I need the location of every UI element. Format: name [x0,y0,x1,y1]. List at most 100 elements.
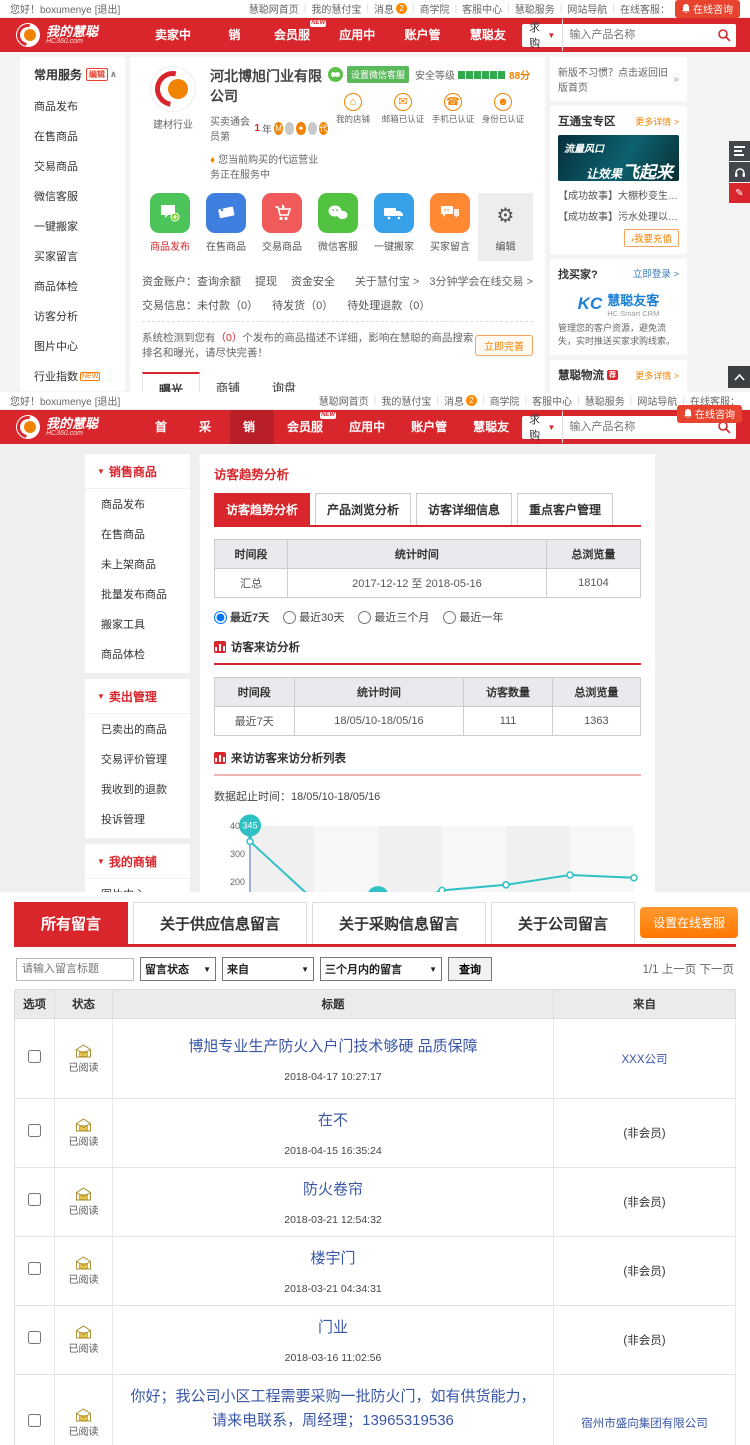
unpaid-link[interactable]: 未付款（0） [197,297,258,313]
group-sale-products[interactable]: ▼销售商品 [85,454,190,489]
item-sold[interactable]: 已卖出的商品 [85,714,190,744]
link-site-nav[interactable]: 网站导航 [555,1,608,16]
row-checkbox[interactable] [28,1262,41,1275]
link-huifubao[interactable]: 我的慧付宝 [369,393,432,408]
next-page-link[interactable]: 下一页 [700,964,735,976]
nav-membership[interactable]: 会员服务NEW [261,18,326,52]
service-move[interactable]: 一键搬家 [366,193,422,261]
recharge-button[interactable]: ›我要充值 [624,229,679,247]
promo-banner[interactable]: 流量风口 让效果飞起来 [558,135,679,181]
setup-online-service-button[interactable]: 设置在线客服 [640,907,738,938]
service-buyer-messages[interactable]: 买家留言 [422,193,478,261]
row-checkbox[interactable] [28,1331,41,1344]
fund-safety-link[interactable]: 资金安全 [291,273,335,289]
link-messages[interactable]: 消息2 [431,393,477,408]
item-batch-publish[interactable]: 批量发布商品 [85,579,190,609]
link-huifubao[interactable]: 我的慧付宝 [299,1,362,16]
message-title-link[interactable]: 门业 [318,1319,348,1336]
identity-verified[interactable]: ☻身份已认证 [478,93,528,125]
link-hc-service[interactable]: 慧聪服务 [572,393,625,408]
tab-visitor-details[interactable]: 访客详细信息 [416,493,512,525]
nav-home[interactable]: 首页 [142,410,186,444]
logout-link[interactable]: [退出] [95,5,121,16]
hc360-logo[interactable]: 我的慧聪HC360.com [16,415,134,439]
sidebar-item-product-check[interactable]: 商品体检 [20,271,125,301]
check-balance-link[interactable]: 查询余额 [197,273,241,289]
status-filter-select[interactable]: 留言状态▼ [140,957,216,981]
sidebar-item-visitor-analysis[interactable]: 访客分析 [20,301,125,331]
message-title-link[interactable]: 你好；我公司小区工程需要采购一批防火门，如有供货能力，请来电联系，周经理；139… [117,1385,549,1433]
message-from[interactable]: 宿州市盛向集团有限公司 [581,1418,708,1430]
link-site-nav[interactable]: 网站导航 [625,393,678,408]
row-checkbox[interactable] [28,1124,41,1137]
about-huifubao-link[interactable]: 关于慧付宝 > [355,273,419,289]
item-publish[interactable]: 商品发布 [85,489,190,519]
message-title-link[interactable]: 楼宇门 [310,1250,355,1267]
nav-hc-crm[interactable]: 慧聪友客 [460,410,522,444]
tab-supply-messages[interactable]: 关于供应信息留言 [133,902,307,944]
tab-shop[interactable]: 商铺 [200,372,256,392]
tab-inquiry[interactable]: 询盘 [256,372,312,392]
sidebar-item-buyer-messages[interactable]: 买家留言 [20,241,125,271]
message-title-link[interactable]: 在不 [318,1112,348,1129]
link-hc-home[interactable]: 慧聪网首页 [249,1,299,16]
item-product-check[interactable]: 商品体检 [85,639,190,669]
nav-purchase[interactable]: 采购 [186,410,230,444]
success-story-2[interactable]: 【成功故事】污水处理以前靠墙,现在靠什么? [558,208,679,223]
learn-trade-link[interactable]: 3分钟学会在线交易 > [429,273,533,289]
more-details-link[interactable]: 更多详情 > [635,115,679,128]
nav-membership[interactable]: 会员服务NEW [274,410,336,444]
nav-account[interactable]: 账户管理 [398,410,460,444]
group-my-shop[interactable]: ▼我的商铺 [85,844,190,879]
logistics-more-link[interactable]: 更多详情 > [635,369,679,382]
period-filter-select[interactable]: 三个月内的留言▼ [320,957,442,981]
nav-app-center[interactable]: 应用中心 [326,18,391,52]
success-story-1[interactable]: 【成功故事】大棚秒变生态餐厅 互通宝带你... [558,187,679,202]
from-filter-select[interactable]: 来自▼ [222,957,314,981]
tab-company-messages[interactable]: 关于公司留言 [491,902,635,944]
item-onsale[interactable]: 在售商品 [85,519,190,549]
feedback-pencil-icon[interactable]: ✎ [729,183,750,203]
link-hc-service[interactable]: 慧聪服务 [502,1,555,16]
old-version-link[interactable]: 新版不习惯？点击返回旧版首页» [550,57,687,101]
tab-all-messages[interactable]: 所有留言 [14,902,128,944]
my-shop-link[interactable]: ⌂我的店铺 [328,93,378,125]
item-reviews[interactable]: 交易评价管理 [85,744,190,774]
service-wechat[interactable]: 微信客服 [310,193,366,261]
item-move-tool[interactable]: 搬家工具 [85,609,190,639]
link-messages[interactable]: 消息2 [361,1,407,16]
search-category-select[interactable]: 求购▼ [522,19,563,51]
sidebar-item-industry-index[interactable]: 行业指数NEW [20,361,125,391]
refund-link[interactable]: 待处理退款（0） [347,297,430,313]
item-complaints[interactable]: 投诉管理 [85,804,190,834]
phone-verified[interactable]: ☎手机已认证 [428,93,478,125]
link-service-center[interactable]: 客服中心 [450,1,503,16]
email-verified[interactable]: ✉邮箱已认证 [378,93,428,125]
nav-account[interactable]: 账户管理 [392,18,457,52]
radio-30d[interactable]: 最近30天 [283,609,344,625]
link-business-school[interactable]: 商学院 [407,1,450,16]
services-edit[interactable]: ⚙ 编辑 [478,193,533,261]
service-publish[interactable]: 商品发布 [142,193,198,261]
nav-sales[interactable]: 销售 [215,18,261,52]
nav-hc-crm[interactable]: 慧聪友客 [457,18,522,52]
nav-app-center[interactable]: 应用中心 [336,410,398,444]
tab-product-views[interactable]: 产品浏览分析 [315,493,411,525]
tab-key-customers[interactable]: 重点客户管理 [517,493,613,525]
service-trade[interactable]: 交易商品 [254,193,310,261]
message-from[interactable]: XXX公司 [621,1054,667,1066]
login-now-link[interactable]: 立即登录 > [633,266,679,282]
row-checkbox[interactable] [28,1193,41,1206]
sidebar-item-image-center[interactable]: 图片中心 [20,331,125,361]
search-button[interactable] [711,24,736,47]
query-button[interactable]: 查询 [448,957,492,981]
sidebar-header[interactable]: 常用服务编辑∧ [20,57,125,91]
message-title-link[interactable]: 防火卷帘 [303,1181,363,1198]
radio-7d[interactable]: 最近7天 [214,609,269,625]
nav-seller-center[interactable]: 卖家中心▼ [142,18,215,52]
mini-stats-icon[interactable] [729,141,750,161]
sidebar-item-trade-goods[interactable]: 交易商品 [20,151,125,181]
message-title-input[interactable] [16,958,134,981]
radio-3m[interactable]: 最近三个月 [358,609,429,625]
group-sold-mgmt[interactable]: ▼卖出管理 [85,679,190,714]
